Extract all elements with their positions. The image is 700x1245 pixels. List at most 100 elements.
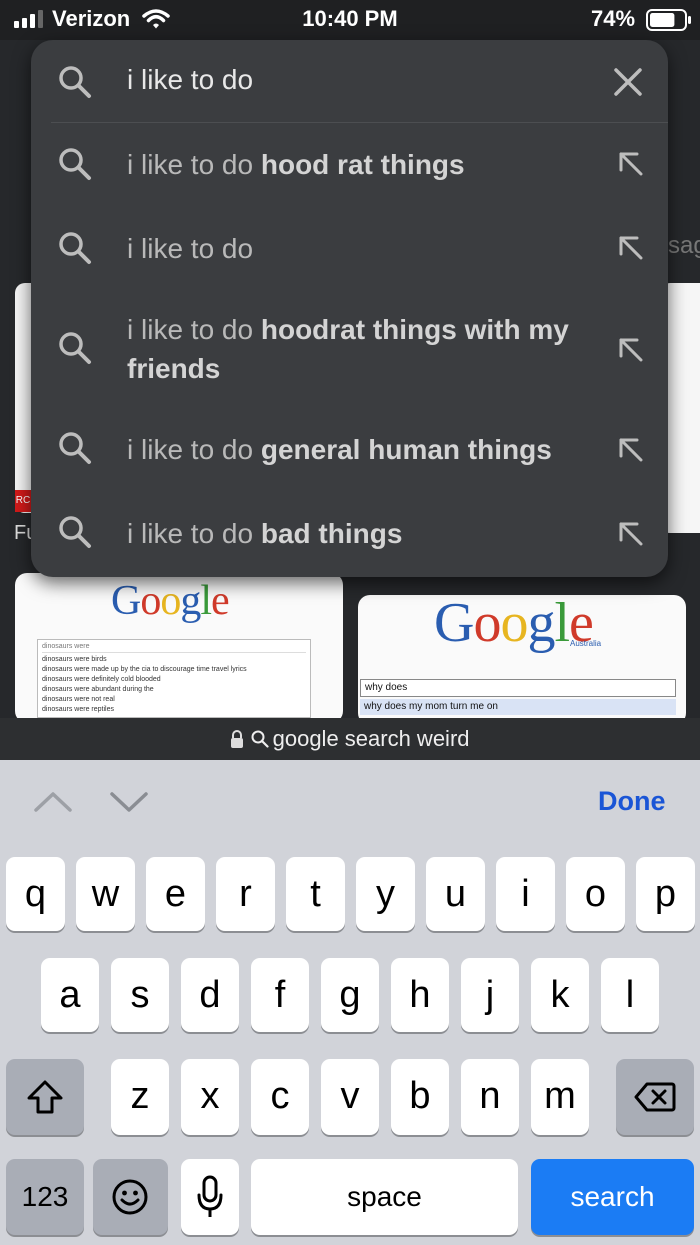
search-suggestions-panel: i like to do i like to do hood rat thing… (31, 40, 668, 577)
key-l[interactable]: l (601, 958, 659, 1032)
suggestion-item[interactable]: i like to do bad things (31, 492, 668, 574)
key-label: q (24, 873, 47, 915)
search-icon (59, 66, 91, 98)
key-w[interactable]: w (76, 857, 135, 931)
address-bar[interactable]: google search weird (0, 718, 700, 760)
key-label: o (584, 873, 607, 915)
key-label: p (654, 873, 677, 915)
status-bar: Verizon 10:40 PM 74% (0, 0, 700, 40)
key-label: u (444, 873, 467, 915)
suggestion-prefix: i like to do (127, 149, 261, 180)
key-label: c (270, 1075, 290, 1117)
suggestion-text: i like to do bad things (127, 514, 607, 553)
search-icon (251, 730, 269, 748)
key-label: j (485, 974, 495, 1016)
key-label: w (91, 873, 120, 915)
key-j[interactable]: j (461, 958, 519, 1032)
key-s[interactable]: s (111, 958, 169, 1032)
key-q[interactable]: q (6, 857, 65, 931)
key-label: n (479, 1075, 501, 1117)
search-icon (59, 332, 91, 364)
suggestion-item[interactable]: i like to do (31, 206, 668, 288)
key-label: search (570, 1181, 655, 1212)
fill-arrow-icon[interactable] (617, 150, 645, 178)
autocomplete-item: dinosaurs were abundant during the (42, 686, 154, 693)
key-label: space (347, 1181, 422, 1212)
key-k[interactable]: k (531, 958, 589, 1032)
autocomplete-item: dinosaurs were birds (42, 656, 107, 663)
key-n[interactable]: n (461, 1059, 519, 1135)
autocomplete-box: why does why does my mom turn me on (360, 679, 684, 715)
suggestion-item[interactable]: i like to do hoodrat things with my frie… (31, 290, 668, 406)
shift-icon (27, 1080, 63, 1114)
key-label: x (200, 1075, 220, 1117)
battery-icon (646, 9, 691, 31)
fill-arrow-icon[interactable] (617, 436, 645, 464)
key-label: a (59, 974, 81, 1016)
key-y[interactable]: y (356, 857, 415, 931)
key-p[interactable]: p (636, 857, 695, 931)
suggestion-text: i like to do hood rat things (127, 145, 607, 184)
key-o[interactable]: o (566, 857, 625, 931)
suggestion-text: i like to do general human things (127, 430, 627, 469)
fill-arrow-icon[interactable] (617, 336, 645, 364)
backspace-key[interactable] (616, 1059, 694, 1135)
key-c[interactable]: c (251, 1059, 309, 1135)
key-z[interactable]: z (111, 1059, 169, 1135)
image-result-thumbnail[interactable]: Google dinosaurs were dinosaurs were bir… (15, 573, 343, 720)
key-label: i (521, 873, 530, 915)
key-m[interactable]: m (531, 1059, 589, 1135)
autocomplete-item: why does my mom turn me on (360, 699, 676, 715)
fill-arrow-icon[interactable] (617, 520, 645, 548)
suggestion-prefix: i like to do (127, 434, 261, 465)
google-logo: Google (111, 578, 230, 624)
key-u[interactable]: u (426, 857, 485, 931)
key-a[interactable]: a (41, 958, 99, 1032)
autocomplete-query: dinosaurs were (42, 642, 306, 653)
key-label: d (199, 974, 221, 1016)
key-label: v (340, 1075, 360, 1117)
key-g[interactable]: g (321, 958, 379, 1032)
chevron-up-icon[interactable] (32, 786, 74, 816)
search-key[interactable]: search (531, 1159, 694, 1235)
search-field[interactable]: i like to do (31, 40, 668, 122)
search-icon (59, 232, 91, 264)
search-icon (59, 432, 91, 464)
image-result-thumbnail[interactable]: Google Australia why does why does my mo… (358, 595, 686, 720)
key-r[interactable]: r (216, 857, 275, 931)
space-key[interactable]: space (251, 1159, 518, 1235)
key-b[interactable]: b (391, 1059, 449, 1135)
suggestion-item[interactable]: i like to do hood rat things (31, 123, 668, 205)
shift-key[interactable] (6, 1059, 84, 1135)
suggestion-text: i like to do (127, 229, 607, 268)
chevron-down-icon[interactable] (108, 786, 150, 816)
done-button[interactable]: Done (598, 786, 666, 817)
autocomplete-item: dinosaurs were not real (42, 696, 115, 703)
close-icon[interactable] (611, 65, 645, 99)
numbers-key[interactable]: 123 (6, 1159, 84, 1235)
dictation-key[interactable] (181, 1159, 239, 1235)
microphone-icon (197, 1175, 223, 1217)
suggestion-completion: general human things (260, 434, 552, 465)
fill-arrow-icon[interactable] (617, 234, 645, 262)
emoji-key[interactable] (93, 1159, 168, 1235)
partial-text: sag (668, 232, 700, 259)
key-x[interactable]: x (181, 1059, 239, 1135)
key-label: t (310, 873, 321, 915)
key-v[interactable]: v (321, 1059, 379, 1135)
key-f[interactable]: f (251, 958, 309, 1032)
region-label: Australia (570, 639, 602, 648)
suggestion-completion: hood rat things (260, 149, 465, 180)
key-d[interactable]: d (181, 958, 239, 1032)
search-input[interactable]: i like to do (127, 64, 253, 96)
key-h[interactable]: h (391, 958, 449, 1032)
autocomplete-query: why does (360, 679, 676, 697)
key-i[interactable]: i (496, 857, 555, 931)
site-badge: RC (15, 490, 31, 512)
autocomplete-item: dinosaurs were reptiles (42, 706, 114, 713)
suggestion-prefix: i like to do (127, 314, 261, 345)
key-t[interactable]: t (286, 857, 345, 931)
key-label: b (409, 1075, 431, 1117)
suggestion-item[interactable]: i like to do general human things (31, 408, 668, 490)
key-e[interactable]: e (146, 857, 205, 931)
